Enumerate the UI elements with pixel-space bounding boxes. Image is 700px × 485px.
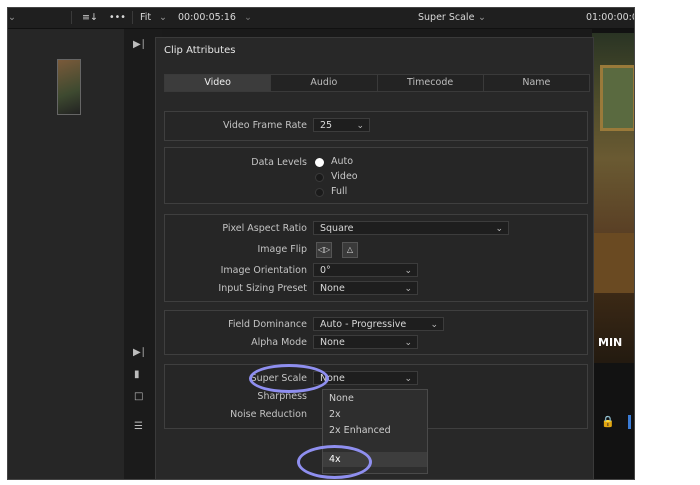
media-pool-pane [8,29,124,479]
chevron-down-icon: ⌄ [404,284,412,294]
chevron-down-icon: ⌄ [356,121,364,131]
input-sizing-label: Input Sizing Preset [218,283,307,294]
radio-video-label: Video [331,171,358,182]
chevron-down-icon[interactable]: ⌄ [478,12,486,23]
input-sizing-value: None [320,283,345,294]
record-timecode: 01:00:00:00 [586,12,634,23]
painting-image [592,33,634,363]
playhead-marker-icon[interactable]: ▮ [134,369,140,380]
frame-rate-value: 25 [320,120,333,131]
tab-video[interactable]: Video [165,75,272,91]
chevron-down-icon: ⌄ [404,266,412,276]
chevron-down-icon: ⌄ [404,338,412,348]
frame-rate-label: Video Frame Rate [222,120,307,131]
tab-timecode[interactable]: Timecode [378,75,484,91]
picture-frame-image [600,65,634,131]
highlight-circle-super-scale [249,364,329,393]
flip-vertical-icon[interactable]: △ [342,242,358,258]
play-forward-icon[interactable]: ▶∣ [133,39,146,50]
clip-name-title[interactable]: Super Scale [418,12,474,23]
chevron-down-icon: ⌄ [495,224,503,234]
radio-video[interactable] [315,173,324,182]
radio-auto[interactable] [315,158,324,167]
data-levels-label: Data Levels [251,157,307,168]
menu-item-2x[interactable]: 2x [329,409,341,420]
frame-rate-dropdown[interactable]: 25 ⌄ [313,118,370,132]
toolbar-divider [71,11,72,24]
image-flip-label: Image Flip [257,244,307,255]
table-image [592,233,634,293]
clip-thumbnail[interactable] [57,59,81,115]
image-orientation-label: Image Orientation [220,265,307,276]
alpha-mode-label: Alpha Mode [251,337,307,348]
play-forward-icon[interactable]: ▶∣ [133,347,146,358]
dialog-tabs: Video Audio Timecode Name [164,74,590,92]
field-dominance-value: Auto - Progressive [320,319,407,330]
field-dominance-dropdown[interactable]: Auto - Progressive ⌄ [313,317,444,331]
radio-full-label: Full [331,186,348,197]
toolbar-divider [132,11,133,24]
flip-horizontal-icon[interactable]: ◁▷ [316,242,332,258]
image-settings-group: Pixel Aspect Ratio Square ⌄ Image Flip ◁… [164,214,588,302]
tab-name[interactable]: Name [484,75,589,91]
chevron-down-icon[interactable]: ⌄ [159,12,167,23]
pixel-aspect-value: Square [320,223,354,234]
frame-rate-group: Video Frame Rate 25 ⌄ [164,111,588,141]
menu-item-2x-enhanced[interactable]: 2x Enhanced [329,425,391,436]
radio-full[interactable] [315,188,324,197]
more-options-icon[interactable]: ••• [109,12,126,23]
alpha-mode-value: None [320,337,345,348]
pixel-aspect-label: Pixel Aspect Ratio [222,223,307,234]
menu-item-none[interactable]: None [329,393,354,404]
chevron-down-icon[interactable]: ⌄ [244,12,252,23]
image-orientation-dropdown[interactable]: 0° ⌄ [313,263,418,277]
sort-icon[interactable]: ≡↓ [82,12,98,23]
chevron-down-icon: ⌄ [430,320,438,330]
alpha-mode-dropdown[interactable]: None ⌄ [313,335,418,349]
watermark-logo-text: MIN [598,336,623,349]
zoom-fit-dropdown[interactable]: Fit [140,12,151,23]
clip-attributes-dialog: Clip Attributes Video Audio Timecode Nam… [155,37,594,479]
top-toolbar: ⌄ ≡↓ ••• Fit ⌄ 00:00:05:16 ⌄ Super Scale… [8,8,634,29]
field-dominance-label: Field Dominance [228,319,307,330]
lock-icon[interactable]: 🔒 [601,415,615,428]
track-indicator [628,415,631,429]
image-orientation-value: 0° [320,265,331,276]
data-levels-group: Data Levels Auto Video Full [164,147,588,204]
field-group: Field Dominance Auto - Progressive ⌄ Alp… [164,310,588,355]
source-timecode: 00:00:05:16 [178,12,236,23]
input-sizing-dropdown[interactable]: None ⌄ [313,281,418,295]
dialog-title: Clip Attributes [164,45,236,56]
pixel-aspect-dropdown[interactable]: Square ⌄ [313,221,509,235]
crop-icon[interactable]: □ [134,391,143,402]
noise-reduction-label: Noise Reduction [230,409,307,420]
highlight-circle-4x [297,445,372,479]
list-icon[interactable]: ☰ [134,421,143,432]
tab-audio[interactable]: Audio [271,75,378,91]
chevron-down-icon[interactable]: ⌄ [8,12,16,23]
viewer-preview: MIN 🔒 [592,29,634,479]
chevron-down-icon: ⌄ [404,374,412,384]
app-window: ⌄ ≡↓ ••• Fit ⌄ 00:00:05:16 ⌄ Super Scale… [7,7,635,480]
radio-auto-label: Auto [331,156,354,167]
